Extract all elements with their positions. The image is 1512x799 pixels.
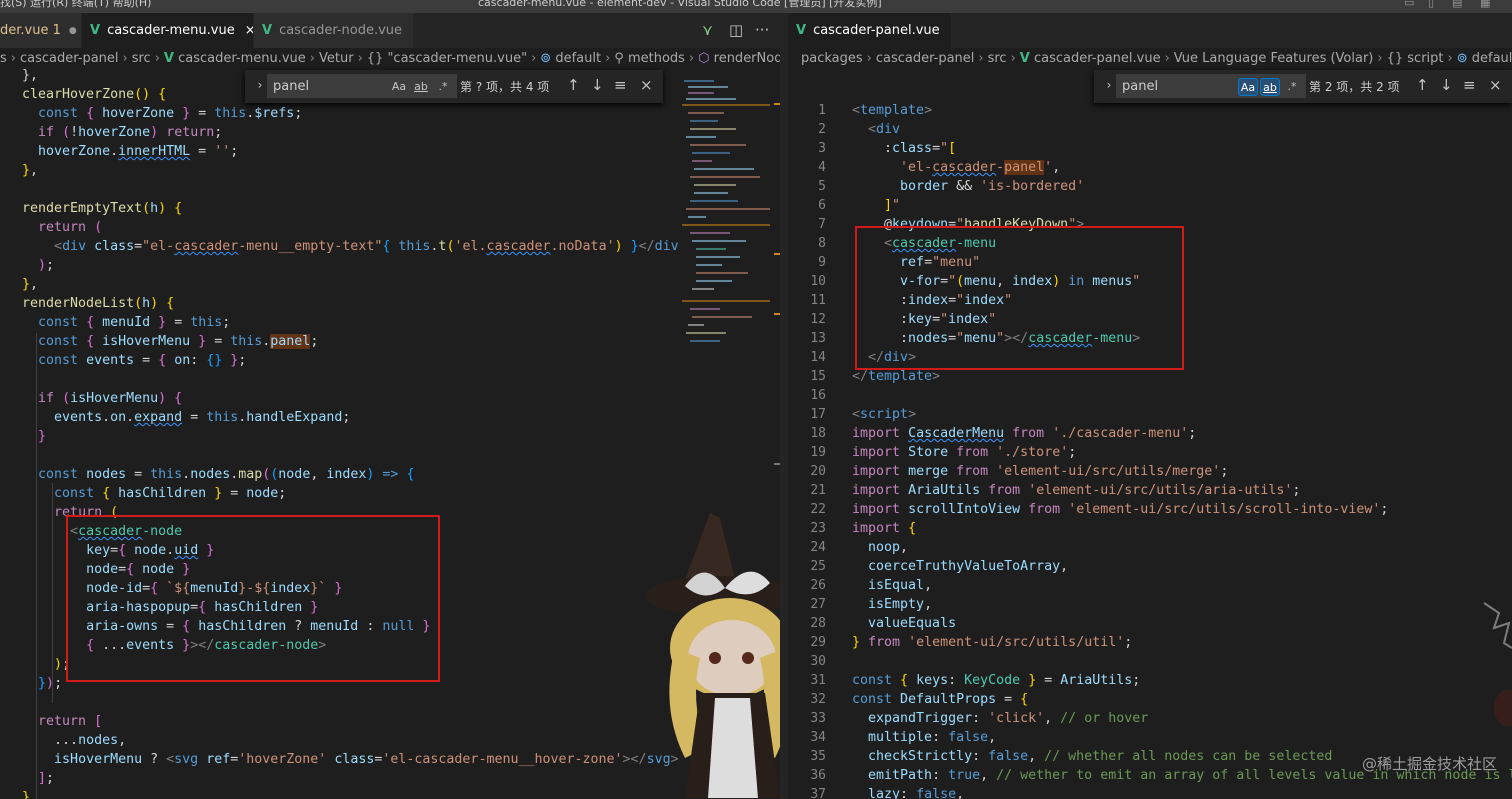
breadcrumb-item[interactable]: Vetur: [319, 51, 354, 66]
symbol-field-icon: ⊚: [1456, 51, 1468, 66]
close-icon[interactable]: ×: [1489, 76, 1502, 94]
regex-toggle[interactable]: .*: [433, 78, 453, 96]
vue-file-icon: V: [262, 23, 273, 38]
match-whole-word-toggle[interactable]: ab: [411, 78, 431, 96]
find-widget: › panel Aa ab .* 第 ? 项，共 4 项 ↑ ↓ ≡ ×: [245, 70, 663, 103]
find-query: panel: [1122, 78, 1159, 94]
find-result-count: 第 2 项，共 2 项: [1309, 80, 1400, 94]
window-title: cascader-menu.vue - element-dev - Visual…: [478, 0, 882, 9]
chevron-right-icon: ›: [978, 51, 984, 66]
chevron-right-icon: ›: [688, 51, 695, 66]
tab-cascader-panel[interactable]: V cascader-panel.vue ×: [788, 13, 952, 48]
title-bar: 找(S) 运行(R) 终端(T) 帮助(H) cascader-menu.vue…: [0, 0, 1512, 13]
indent-guide: [36, 333, 37, 799]
tab-label: cascader-node.vue: [279, 23, 403, 38]
layout-icon[interactable]: ▤: [1452, 0, 1462, 9]
vue-file-icon: V: [163, 51, 174, 66]
tab-label: der.vue 1: [0, 23, 61, 38]
breadcrumb-item[interactable]: default: [1472, 51, 1512, 66]
tab-label: cascader-menu.vue: [107, 23, 235, 38]
arrow-up-icon[interactable]: ↑: [567, 76, 580, 94]
chevron-right-icon: ›: [10, 51, 16, 66]
arrow-down-icon[interactable]: ↓: [591, 76, 604, 94]
breadcrumb-item[interactable]: default: [555, 51, 601, 66]
vue-file-icon: V: [1019, 51, 1030, 66]
symbol-braces-icon: {}: [1386, 51, 1404, 66]
chevron-right-icon: ›: [1164, 51, 1170, 66]
match-case-toggle[interactable]: Aa: [389, 78, 409, 96]
arrow-up-icon[interactable]: ↑: [1416, 76, 1429, 94]
close-icon[interactable]: ×: [640, 76, 653, 94]
chevron-right-icon: ›: [1010, 51, 1016, 66]
breadcrumb-item[interactable]: cascader-panel: [20, 51, 119, 66]
match-whole-word-toggle[interactable]: ab: [1260, 78, 1280, 96]
code-editor[interactable]: }, clearHoverZone() { const { hoverZone …: [6, 66, 679, 799]
watermark: @稀土掘金技术社区: [1361, 755, 1497, 773]
tab-cascader-node[interactable]: V cascader-node.vue: [254, 13, 414, 48]
tab-bar: der.vue 1 ● V cascader-menu.vue × V casc…: [0, 13, 780, 48]
breadcrumb-item[interactable]: script: [1407, 51, 1443, 66]
chevron-right-icon: ›: [1447, 51, 1453, 66]
chevron-right-icon: ›: [122, 51, 128, 66]
minimap[interactable]: [682, 70, 772, 370]
background-character-image: [1483, 602, 1512, 726]
breadcrumb-item[interactable]: cascader-panel: [876, 51, 975, 66]
breadcrumb-item[interactable]: "cascader-menu.vue": [387, 51, 527, 66]
breadcrumb-item[interactable]: src: [988, 51, 1007, 66]
breadcrumb-item[interactable]: renderNodeList: [714, 51, 780, 66]
arrow-down-icon[interactable]: ↓: [1440, 76, 1453, 94]
find-widget: › panel Aa ab .* 第 2 项，共 2 项 ↑ ↓ ≡ ×: [1094, 70, 1512, 103]
breadcrumb-item[interactable]: src: [132, 51, 151, 66]
breadcrumb-item[interactable]: cascader-panel.vue: [1034, 51, 1161, 66]
menu-bar[interactable]: 找(S) 运行(R) 终端(T) 帮助(H): [0, 0, 151, 9]
chevron-right-icon: ›: [531, 51, 537, 66]
find-query: panel: [273, 78, 310, 94]
modified-dot-icon[interactable]: ●: [69, 26, 77, 36]
breadcrumb: packages › cascader-panel › src › V cascader-p…: [788, 48, 1512, 70]
chevron-right-icon: ›: [357, 51, 363, 66]
regex-toggle[interactable]: .*: [1282, 78, 1302, 96]
annotation-box: [66, 515, 440, 682]
compare-changes-icon[interactable]: ⋎: [702, 22, 713, 39]
tab-bar: V cascader-panel.vue ×: [788, 13, 1512, 48]
close-icon[interactable]: ×: [245, 23, 253, 38]
tab-cascader-menu[interactable]: V cascader-menu.vue ×: [82, 13, 254, 48]
chevron-right-icon: ›: [605, 51, 611, 66]
breadcrumb-item[interactable]: methods: [628, 51, 685, 66]
find-in-selection-icon[interactable]: ≡: [614, 76, 627, 94]
close-icon[interactable]: ×: [950, 23, 951, 38]
symbol-key-icon: ⚲: [614, 51, 624, 66]
chevron-right-icon: ›: [866, 51, 872, 66]
editor-group-splitter[interactable]: [780, 13, 788, 799]
layout-icon[interactable]: ▯: [1428, 0, 1434, 9]
chevron-right-icon: ›: [309, 51, 315, 66]
symbol-field-icon: ⊚: [540, 51, 552, 66]
layout-icon[interactable]: ▦: [1480, 0, 1490, 9]
split-editor-icon[interactable]: ◫: [729, 22, 743, 39]
symbol-braces-icon: {}: [366, 51, 384, 66]
layout-icon[interactable]: ▭: [1404, 0, 1414, 9]
symbol-method-icon: ⬡: [698, 51, 710, 66]
vue-file-icon: V: [796, 23, 807, 38]
vue-file-icon: V: [90, 23, 101, 38]
breadcrumb-item[interactable]: cascader-menu.vue: [178, 51, 306, 66]
background-character-image: [645, 513, 780, 798]
chevron-right-icon: ›: [154, 51, 160, 66]
more-actions-icon[interactable]: ···: [755, 22, 769, 39]
breadcrumb-item[interactable]: s: [0, 51, 7, 66]
find-result-count: 第 ? 项，共 4 项: [460, 80, 550, 94]
match-case-toggle[interactable]: Aa: [1238, 78, 1258, 96]
code-editor[interactable]: <template> <div :class="[ 'el-cascader-p…: [852, 101, 1512, 799]
tab-label: cascader-panel.vue: [813, 23, 940, 38]
left-editor-group: der.vue 1 ● V cascader-menu.vue × V casc…: [0, 13, 780, 799]
breadcrumb-item[interactable]: Vue Language Features (Volar): [1174, 51, 1374, 66]
right-editor-group: V cascader-panel.vue × packages›cascader…: [788, 13, 1512, 799]
indent-guide: [52, 483, 53, 703]
chevron-right-icon: ›: [1377, 51, 1383, 66]
breadcrumb-item[interactable]: packages: [801, 51, 863, 66]
line-numbers: 1 2 3 4 5 6 7 8 9 10 11 12 13 14 15 16 1…: [810, 103, 826, 799]
find-in-selection-icon[interactable]: ≡: [1463, 76, 1476, 94]
annotation-box: [855, 226, 1184, 370]
tab-cascader[interactable]: der.vue 1 ●: [0, 13, 82, 48]
